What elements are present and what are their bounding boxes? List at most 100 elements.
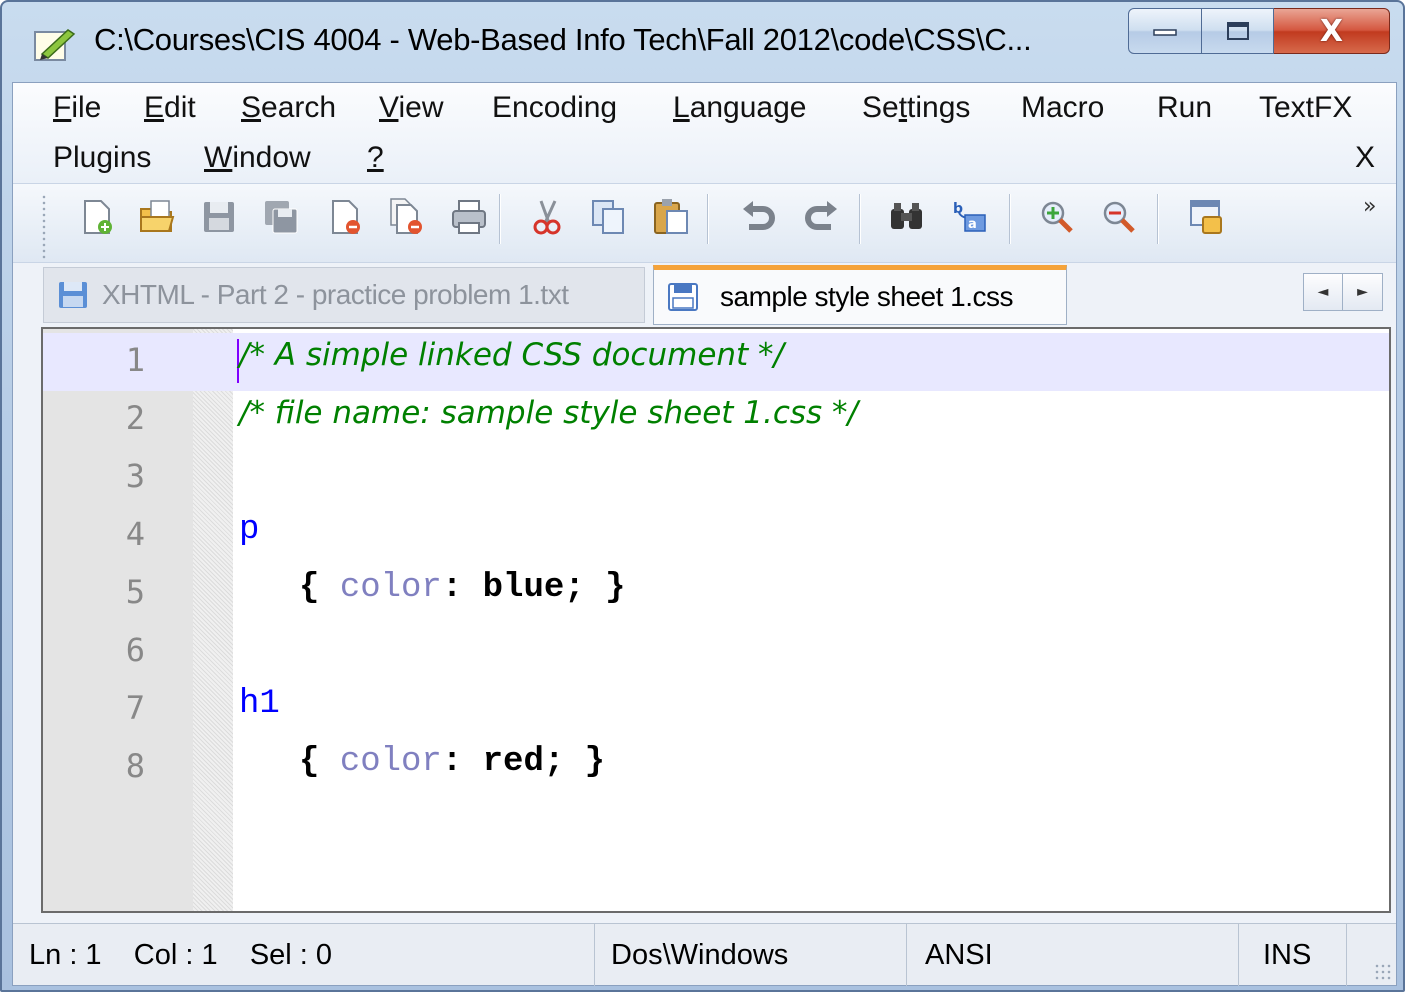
editor-line[interactable]: 6 [43, 623, 1389, 681]
close-file-button[interactable] [323, 194, 367, 240]
zoom-in-button[interactable] [1035, 194, 1079, 240]
line-number: 4 [125, 515, 145, 553]
app-window: C:\Courses\CIS 4004 - Web-Based Info Tec… [0, 0, 1405, 992]
paste-button[interactable] [649, 194, 693, 240]
redo-icon [805, 201, 837, 230]
print-icon [452, 200, 486, 234]
title-bar[interactable]: C:\Courses\CIS 4004 - Web-Based Info Tec… [2, 2, 1403, 82]
code-editor[interactable]: 1 /* A simple linked CSS document */ 2 /… [41, 327, 1391, 913]
menu-edit[interactable]: Edit [144, 91, 196, 125]
editor-line[interactable]: 2 /* file name: sample style sheet 1.css… [43, 391, 1389, 449]
line-number: 5 [125, 573, 145, 611]
menu-window[interactable]: Window [204, 141, 311, 175]
maximize-button[interactable] [1202, 8, 1274, 54]
zoom-out-button[interactable] [1097, 194, 1141, 240]
menu-view[interactable]: View [379, 91, 443, 125]
menu-help[interactable]: ? [367, 141, 384, 175]
tab-label: sample style sheet 1.css [720, 281, 1014, 312]
new-file-button[interactable] [75, 194, 119, 240]
menu-file[interactable]: File [53, 91, 101, 125]
tab-sample-style-sheet[interactable]: sample style sheet 1.css [653, 265, 1067, 325]
close-all-icon [390, 198, 422, 234]
resize-grip[interactable] [1374, 963, 1392, 981]
print-button[interactable] [447, 194, 491, 240]
cut-button[interactable] [525, 194, 569, 240]
close-all-button[interactable] [385, 194, 429, 240]
undo-button[interactable] [737, 194, 781, 240]
toolbar-grip[interactable] [41, 194, 47, 260]
menu-encoding[interactable]: Encoding [492, 91, 617, 125]
close-document-button[interactable]: X [1355, 141, 1375, 175]
line-number: 3 [125, 457, 145, 495]
file-encoding: ANSI [907, 924, 1239, 986]
close-file-icon [332, 200, 360, 234]
open-file-icon [140, 200, 175, 232]
window-title: C:\Courses\CIS 4004 - Web-Based Info Tec… [94, 22, 1032, 57]
close-window-button[interactable]: X [1274, 8, 1390, 54]
copy-icon [592, 200, 624, 234]
saved-file-icon [59, 282, 87, 308]
save-all-icon [265, 201, 298, 234]
zoom-in-icon [1041, 201, 1073, 233]
window-controls: X [1128, 8, 1390, 54]
sync-view-button[interactable] [1185, 194, 1229, 240]
editor-line[interactable]: 5 { color: blue; } [43, 565, 1389, 623]
css-declaration: { color: red; } [299, 743, 606, 781]
line-number: 2 [125, 399, 145, 437]
paste-icon [654, 199, 688, 234]
tab-scroll-right-button[interactable]: ► [1343, 273, 1383, 311]
menu-search[interactable]: Search [241, 91, 336, 125]
toolbar-separator [499, 194, 501, 244]
css-selector: p [239, 511, 260, 549]
menu-settings[interactable]: Settings [862, 91, 970, 125]
editor-line[interactable]: 1 /* A simple linked CSS document */ [43, 333, 1389, 391]
code-comment: /* A simple linked CSS document */ [239, 337, 784, 373]
save-all-button[interactable] [259, 194, 303, 240]
maximize-icon [1226, 22, 1249, 40]
save-icon [204, 202, 234, 232]
client-area: File Edit Search View Encoding Language … [12, 82, 1397, 986]
close-icon: X [1319, 13, 1344, 49]
menu-bar: File Edit Search View Encoding Language … [13, 83, 1396, 183]
toolbar-overflow-button[interactable]: » [1363, 194, 1376, 219]
find-icon [891, 203, 922, 229]
line-number: 7 [125, 689, 145, 727]
zoom-out-icon [1103, 201, 1135, 233]
toolbar-separator [859, 194, 861, 244]
css-selector: h1 [239, 685, 280, 723]
minimize-button[interactable] [1128, 8, 1202, 54]
copy-button[interactable] [587, 194, 631, 240]
tab-bar: XHTML - Part 2 - practice problem 1.txt … [13, 263, 1396, 327]
insert-mode: INS [1239, 924, 1347, 986]
saved-file-icon [668, 283, 698, 311]
tab-scroll-left-button[interactable]: ◄ [1303, 273, 1343, 311]
replace-button[interactable]: ba [947, 194, 991, 240]
menu-plugins[interactable]: Plugins [53, 141, 151, 175]
sync-view-icon [1190, 200, 1222, 234]
redo-button[interactable] [799, 194, 843, 240]
editor-line[interactable]: 7 h1 [43, 681, 1389, 739]
tab-xhtml-practice[interactable]: XHTML - Part 2 - practice problem 1.txt [43, 267, 645, 323]
line-number: 8 [125, 747, 145, 785]
notepad-plus-plus-icon [34, 29, 76, 61]
save-button[interactable] [197, 194, 241, 240]
toolbar: ba » [13, 183, 1396, 263]
menu-macro[interactable]: Macro [1021, 91, 1104, 125]
replace-icon: ba [953, 201, 986, 232]
menu-language[interactable]: Language [673, 91, 806, 125]
minimize-icon [1153, 29, 1177, 36]
line-number: 6 [125, 631, 145, 669]
open-file-button[interactable] [135, 194, 179, 240]
new-file-icon [84, 200, 112, 234]
cursor-position: Ln : 1 Col : 1 Sel : 0 [13, 924, 595, 986]
editor-line[interactable]: 4 p [43, 507, 1389, 565]
toolbar-separator [707, 194, 709, 244]
find-button[interactable] [885, 194, 929, 240]
menu-textfx[interactable]: TextFX [1259, 91, 1352, 125]
line-number: 1 [125, 341, 145, 379]
menu-run[interactable]: Run [1157, 91, 1212, 125]
editor-line[interactable]: 3 [43, 449, 1389, 507]
svg-text:a: a [968, 217, 977, 232]
eol-format: Dos\Windows [595, 924, 907, 986]
editor-line[interactable]: 8 { color: red; } [43, 739, 1389, 797]
